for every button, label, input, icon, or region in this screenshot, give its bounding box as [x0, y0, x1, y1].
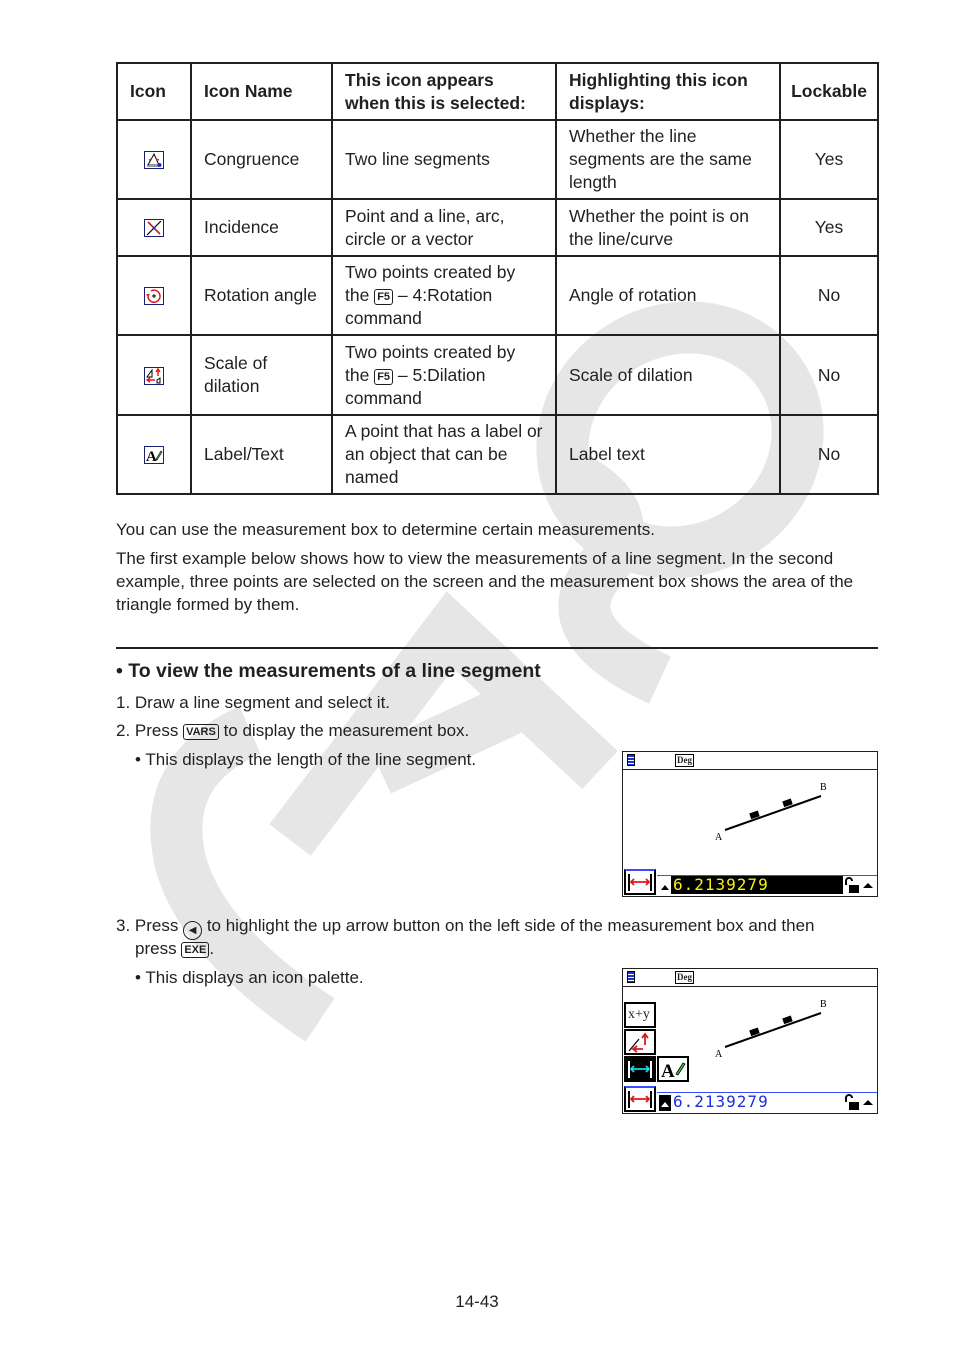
incidence-icon: [144, 219, 164, 238]
scroll-up-arrow-button[interactable]: [861, 876, 875, 894]
header-displays: Highlighting this icon displays:: [555, 62, 781, 121]
icon-name: Incidence: [190, 198, 333, 257]
lockable: Yes: [779, 119, 879, 200]
lockable: No: [779, 414, 879, 495]
f5-key-icon: F5: [374, 289, 394, 305]
calculator-screen-measurement: Deg A B 6.2139279: [622, 751, 878, 897]
point-b-label: B: [820, 999, 827, 1010]
calculator-screen-palette: Deg A B x+y A 6.2139279: [622, 968, 878, 1114]
line-segment-ab: [724, 1012, 822, 1048]
status-bar: Deg: [623, 752, 877, 770]
displays: Label text: [555, 414, 781, 495]
lockable: No: [779, 334, 879, 416]
intro-paragraph: You can use the measurement box to deter…: [116, 520, 655, 539]
measurement-box: 6.2139279: [623, 1085, 877, 1113]
f5-key-icon: F5: [374, 368, 394, 385]
displays: Whether the line segments are the same l…: [555, 119, 781, 200]
point-a-label: A: [715, 832, 723, 843]
vars-key-icon: VARS: [183, 724, 219, 740]
icon-name: Scale of dilation: [190, 334, 333, 416]
header-icon-name: Icon Name: [190, 62, 333, 121]
section-divider: [116, 647, 878, 649]
congruence-icon: [144, 151, 164, 170]
point-a-label: A: [715, 1049, 723, 1060]
step-3-continued: press EXE.: [135, 939, 215, 958]
label-text-icon: A: [661, 1061, 686, 1082]
status-bar: Deg: [623, 969, 877, 987]
header-lockable: Lockable: [779, 62, 879, 121]
icon-table: Icon Icon Name This icon appears when th…: [116, 62, 879, 495]
examples-paragraph: The first example below shows how to vie…: [116, 549, 854, 614]
scale-of-dilation-icon: [144, 366, 164, 385]
angle-mode-indicator: Deg: [675, 754, 694, 767]
angle-mode-indicator: Deg: [675, 971, 694, 984]
step-1: 1. Draw a line segment and select it.: [116, 693, 391, 712]
table-header-row: Icon Icon Name This icon appears when th…: [116, 62, 879, 121]
length-mode-button[interactable]: [624, 1086, 656, 1112]
icon-name: Congruence: [190, 119, 333, 200]
icon-name: Rotation angle: [190, 255, 333, 336]
measurement-value[interactable]: 6.2139279: [671, 1093, 843, 1111]
exe-key-icon: EXE: [181, 942, 210, 958]
table-row: Incidence Point and a line, arc, circle …: [116, 198, 879, 257]
appears-when: Two points created by the F5 – 5:Dilatio…: [331, 334, 557, 416]
step-2-note: • This displays the length of the line s…: [135, 750, 477, 769]
battery-icon: [627, 754, 635, 766]
label-text-icon: A: [144, 446, 164, 465]
rotation-angle-icon: [144, 287, 164, 306]
sum-icon: x+y: [628, 1007, 650, 1022]
step-3-note: • This displays an icon palette.: [135, 968, 364, 987]
table-row: Scale of dilation Two points created by …: [116, 334, 879, 416]
length-mode-button[interactable]: [624, 869, 656, 895]
displays: Whether the point is on the line/curve: [555, 198, 781, 257]
table-row: Congruence Two line segments Whether the…: [116, 119, 879, 200]
palette-label-button[interactable]: A: [657, 1056, 689, 1082]
step-3: 3. Press ◀ to highlight the up arrow but…: [116, 914, 815, 940]
point-b-label: B: [820, 782, 827, 793]
appears-when: Point and a line, arc, circle or a vecto…: [331, 198, 557, 257]
length-icon: [628, 874, 652, 891]
unlock-icon[interactable]: [843, 1093, 861, 1111]
section-heading: • To view the measurements of a line seg…: [116, 660, 541, 682]
displays: Angle of rotation: [555, 255, 781, 336]
measurement-box: 6.2139279: [623, 868, 877, 896]
unlock-icon[interactable]: [843, 876, 861, 894]
appears-when: Two line segments: [331, 119, 557, 200]
measurement-value[interactable]: 6.2139279: [671, 876, 843, 894]
length-icon: [628, 1061, 652, 1078]
table-row: A Label/Text A point that has a label or…: [116, 414, 879, 495]
step-2: 2. Press VARS to display the measurement…: [116, 721, 470, 740]
appears-when: A point that has a label or an object th…: [331, 414, 557, 495]
scroll-up-arrow-button[interactable]: [861, 1093, 875, 1111]
table-row: Rotation angle Two points created by the…: [116, 255, 879, 336]
palette-up-arrow-button[interactable]: [659, 1095, 671, 1111]
displays: Scale of dilation: [555, 334, 781, 416]
appears-when: Two points created by the F5 – 4:Rotatio…: [331, 255, 557, 336]
palette-length-button[interactable]: [624, 1056, 656, 1082]
geometry-plot: A B: [715, 782, 827, 843]
palette-sum-button[interactable]: x+y: [624, 1002, 656, 1028]
lockable: No: [779, 255, 879, 336]
header-appears-when: This icon appears when this is selected:: [331, 62, 557, 121]
palette-dilation-button[interactable]: [624, 1029, 656, 1055]
svg-text:A: A: [146, 449, 157, 464]
line-segment-ab: [724, 795, 822, 831]
battery-icon: [627, 971, 635, 983]
svg-text:A: A: [661, 1061, 675, 1080]
length-icon: [628, 1091, 652, 1108]
scale-of-dilation-icon: [628, 1032, 649, 1053]
icon-name: Label/Text: [190, 414, 333, 495]
page-number: 14-43: [455, 1292, 499, 1311]
palette-up-arrow-button[interactable]: [659, 878, 671, 894]
lockable: Yes: [779, 198, 879, 257]
header-icon: Icon: [116, 62, 192, 121]
